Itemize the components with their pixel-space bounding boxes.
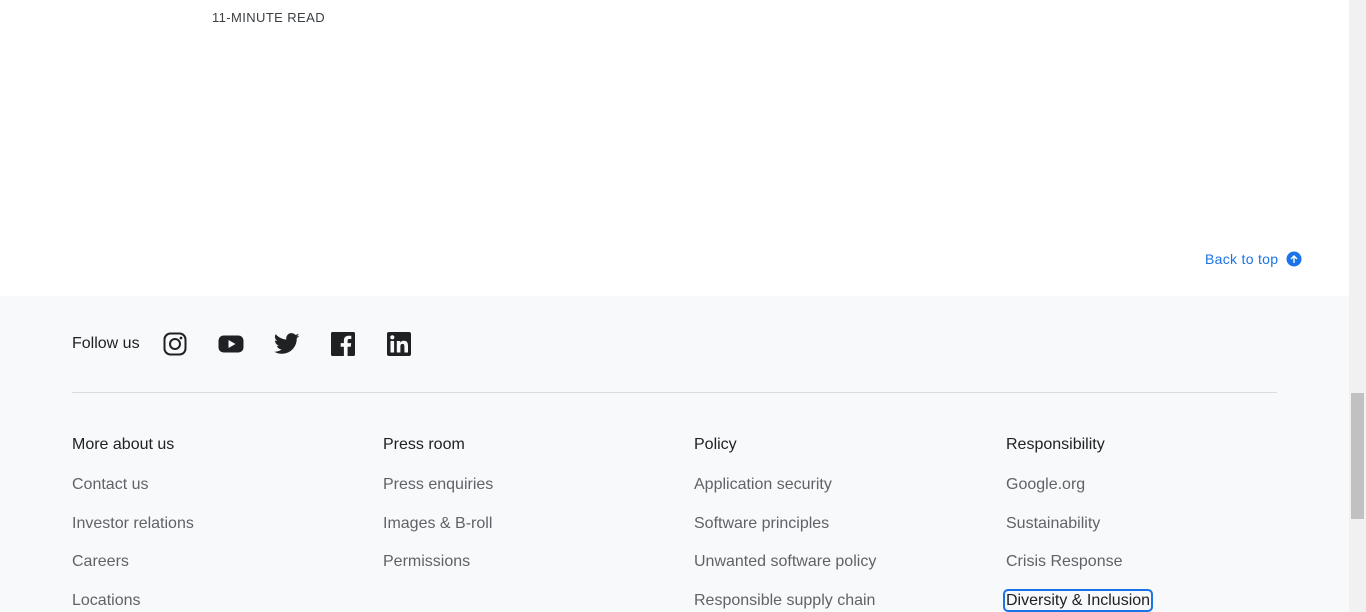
- facebook-icon[interactable]: [330, 331, 356, 357]
- footer-link-google-org[interactable]: Google.org: [1006, 475, 1151, 494]
- footer-link-diversity-inclusion[interactable]: Diversity & Inclusion: [1002, 588, 1154, 612]
- footer-link-sustainability[interactable]: Sustainability: [1006, 514, 1151, 533]
- footer-link-unwanted-software-policy[interactable]: Unwanted software policy: [694, 552, 876, 571]
- column-title: Policy: [694, 436, 737, 453]
- twitter-icon[interactable]: [273, 331, 300, 357]
- column-title: Responsibility: [1006, 436, 1105, 453]
- column-title: More about us: [72, 436, 175, 453]
- instagram-icon[interactable]: [162, 331, 188, 357]
- footer-divider: [72, 392, 1277, 393]
- linkedin-icon[interactable]: [386, 331, 412, 357]
- footer-column-policy: Policy Application security Software pri…: [694, 435, 876, 612]
- read-time: 11-MINUTE READ: [212, 10, 325, 25]
- footer-link-crisis-response[interactable]: Crisis Response: [1006, 552, 1151, 571]
- footer-link-software-principles[interactable]: Software principles: [694, 514, 876, 533]
- column-title: Press room: [383, 436, 465, 453]
- footer-link-images-b-roll[interactable]: Images & B-roll: [383, 514, 493, 533]
- footer-link-locations[interactable]: Locations: [72, 591, 194, 610]
- scrollbar-thumb[interactable]: [1351, 393, 1364, 519]
- arrow-up-circle-icon: [1286, 251, 1302, 267]
- footer-link-contact-us[interactable]: Contact us: [72, 475, 194, 494]
- article-end: 11-MINUTE READ Back to top Follow us Mor…: [0, 0, 1349, 612]
- site-footer: Follow us More about us Contact us Inves…: [0, 296, 1349, 612]
- footer-column-more-about-us: More about us Contact us Investor relati…: [72, 435, 194, 612]
- follow-us-row: Follow us: [72, 328, 442, 360]
- back-to-top-label: Back to top: [1205, 251, 1279, 267]
- footer-column-responsibility: Responsibility Google.org Sustainability…: [1002, 435, 1154, 612]
- footer-link-responsible-supply-chain[interactable]: Responsible supply chain: [694, 591, 876, 610]
- page: 11-MINUTE READ Back to top Follow us Mor…: [0, 0, 1366, 612]
- vertical-scrollbar[interactable]: [1349, 0, 1366, 612]
- footer-link-application-security[interactable]: Application security: [694, 475, 876, 494]
- footer-column-press-room: Press room Press enquiries Images & B-ro…: [383, 435, 493, 591]
- footer-link-investor-relations[interactable]: Investor relations: [72, 514, 194, 533]
- footer-link-careers[interactable]: Careers: [72, 552, 194, 571]
- footer-link-press-enquiries[interactable]: Press enquiries: [383, 475, 493, 494]
- youtube-icon[interactable]: [218, 331, 244, 357]
- footer-link-permissions[interactable]: Permissions: [383, 552, 493, 571]
- follow-us-label: Follow us: [72, 335, 140, 352]
- back-to-top-link[interactable]: Back to top: [1205, 251, 1302, 267]
